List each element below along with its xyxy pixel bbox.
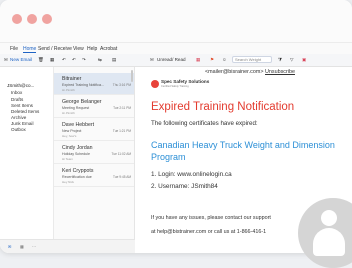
support-text-line1: If you have any issues, please contact o… xyxy=(151,215,271,221)
folder-sent[interactable]: Sent Items xyxy=(11,103,33,108)
message-item-selected[interactable]: Bitrainer Expired Training Notifica... H… xyxy=(54,73,134,95)
forward-icon[interactable]: ↷ xyxy=(82,57,86,63)
calendar-nav-icon[interactable]: ▦ xyxy=(20,244,24,249)
username-instruction: 2. Username: JSmith84 xyxy=(151,183,218,190)
reply-all-icon[interactable]: ↶ xyxy=(72,57,76,63)
message-sender: Cindy Jordan xyxy=(62,145,93,151)
email-title: Expired Training Notification xyxy=(151,101,295,113)
message-subject: Meeting Request xyxy=(62,106,90,110)
company-logo-icon xyxy=(151,80,159,88)
folder-inbox[interactable]: Inbox xyxy=(11,90,22,95)
message-sender: George Belanger xyxy=(62,99,102,105)
message-subject: Recertification due xyxy=(62,175,92,179)
sender-address-line: <mailer@bisrainer.com> Unsubscribe xyxy=(205,69,295,75)
menu-send-receive[interactable]: Send / Receive xyxy=(38,46,72,52)
avatar-body xyxy=(313,228,345,256)
message-preview: Hey Nick xyxy=(62,180,75,184)
close-window-button[interactable] xyxy=(12,14,22,24)
message-preview: Hi JSmith xyxy=(62,88,75,92)
new-email-button[interactable]: New Email xyxy=(10,57,32,62)
outlook-window: File Home Send / Receive View Help Acrob… xyxy=(0,0,352,253)
folder-archive[interactable]: Archive xyxy=(11,115,26,120)
menu-help[interactable]: Help xyxy=(87,46,97,52)
message-time: Thu 3:16 PM xyxy=(112,83,131,87)
avatar-head xyxy=(321,210,337,226)
options-icon[interactable]: ▽ xyxy=(290,57,294,63)
menu-view[interactable]: View xyxy=(73,46,84,52)
filter-icon[interactable]: ⧩ xyxy=(278,57,282,62)
message-list: Bitrainer Expired Training Notifica... H… xyxy=(54,67,135,239)
unread-icon: ✉ xyxy=(150,57,154,62)
unsubscribe-link[interactable]: Unsubscribe xyxy=(265,69,295,75)
message-preview: Hi JSmith xyxy=(62,111,75,115)
archive-icon[interactable]: ▦ xyxy=(50,57,54,63)
user-avatar-icon xyxy=(298,198,352,268)
account-name[interactable]: JSmith@co... xyxy=(7,83,34,88)
message-time: Tue 11:02 AM xyxy=(111,152,132,156)
categorize-icon[interactable]: ▦ xyxy=(196,57,200,63)
minimize-window-button[interactable] xyxy=(27,14,37,24)
address-book-icon[interactable]: ☺ xyxy=(222,57,227,62)
message-item[interactable]: Cindy Jordan Holiday Schedule Hi Team Tu… xyxy=(54,142,134,164)
unread-read-button[interactable]: Unread/ Read xyxy=(157,57,186,62)
mail-nav-icon[interactable]: ✉ xyxy=(8,244,11,249)
message-subject: New Project xyxy=(62,129,82,133)
delete-icon[interactable]: 🗑 xyxy=(38,57,44,63)
search-input[interactable]: Search Weight xyxy=(232,56,272,63)
message-item[interactable]: Dave Hebbert New Project Hey, how's Tue … xyxy=(54,119,134,141)
message-sender: Bitrainer xyxy=(62,76,82,82)
message-subject: Expired Training Notifica... xyxy=(62,83,104,87)
menu-bar: File Home Send / Receive View Help Acrob… xyxy=(0,43,352,54)
sender-address: <mailer@bisrainer.com> xyxy=(205,69,264,75)
support-text-line2: at help@bistrainer.com or call us at 1-8… xyxy=(151,229,267,235)
menu-file[interactable]: File xyxy=(10,46,18,52)
course-name: Canadian Heavy Truck Weight and Dimensio… xyxy=(151,140,335,162)
message-sender: Dave Hebbert xyxy=(62,122,95,128)
message-subject: Holiday Schedule xyxy=(62,152,90,156)
login-instruction: 1. Login: www.onlinelogin.ca xyxy=(151,171,232,178)
title-bar xyxy=(0,0,352,43)
maximize-window-button[interactable] xyxy=(42,14,52,24)
flag-icon[interactable]: ⚑ xyxy=(210,57,214,63)
apps-icon[interactable]: ▣ xyxy=(302,57,306,63)
company-logo-name: Spec Safety Solutions xyxy=(161,79,210,84)
email-intro: The following certificates have expired: xyxy=(151,120,258,127)
folder-deleted[interactable]: Deleted Items xyxy=(11,109,39,114)
folder-outbox[interactable]: Outbox xyxy=(11,127,26,132)
message-time: Tue 9:45 AM xyxy=(113,175,131,179)
new-email-icon: ✉ xyxy=(4,57,8,62)
message-item[interactable]: Keri Cryppots Recertification due Hey Ni… xyxy=(54,165,134,187)
move-icon[interactable]: ⇆ xyxy=(98,57,102,63)
menu-home[interactable]: Home xyxy=(23,46,37,53)
rules-icon[interactable]: ▤ xyxy=(112,57,116,63)
ribbon-toolbar: ✉ New Email 🗑 ▦ ↶ ↶ ↷ ⇆ ▤ ✉ Unread/ Read… xyxy=(0,54,352,67)
message-preview: Hey, how's xyxy=(62,134,77,138)
company-logo-tagline: Certified Safety Training xyxy=(161,85,189,88)
message-item[interactable]: George Belanger Meeting Request Hi JSmit… xyxy=(54,96,134,118)
menu-acrobat[interactable]: Acrobat xyxy=(100,46,117,52)
message-sender: Keri Cryppots xyxy=(62,168,94,174)
navigation-bar: ✉ ▦ ··· xyxy=(0,239,135,253)
reply-icon[interactable]: ↶ xyxy=(62,57,66,63)
message-time: Tue 1:21 PM xyxy=(112,129,131,133)
folder-junk[interactable]: Junk Email xyxy=(11,121,33,126)
folder-drafts[interactable]: Drafts xyxy=(11,97,23,102)
folder-pane: JSmith@co... Inbox Drafts Sent Items Del… xyxy=(0,67,54,239)
more-icon[interactable]: ··· xyxy=(32,244,36,249)
message-preview: Hi Team xyxy=(62,157,73,161)
message-list-scrollbar[interactable] xyxy=(131,70,133,82)
message-time: Tue 2:11 PM xyxy=(113,106,131,110)
